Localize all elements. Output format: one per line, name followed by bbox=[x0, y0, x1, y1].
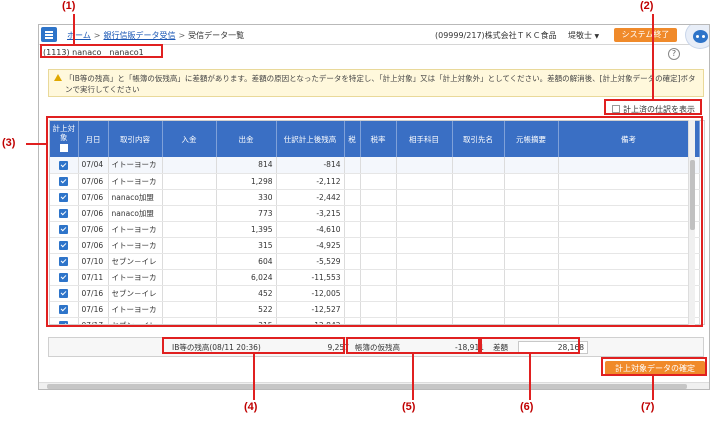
callout-1: (1) bbox=[62, 0, 76, 12]
hamburger-menu-icon[interactable] bbox=[41, 27, 57, 42]
leader-2 bbox=[652, 14, 654, 99]
callout-3: (3) bbox=[2, 137, 16, 149]
breadcrumb: ホーム > 銀行信販データ受信 > 受信データ一覧 bbox=[67, 31, 245, 40]
chevron-down-icon: ▼ bbox=[594, 33, 600, 40]
warning-text: 「IB等の残高」と「帳簿の仮残高」に差額があります。差額の原因となったデータを特… bbox=[65, 74, 696, 94]
system-end-button[interactable]: システム終了 bbox=[614, 28, 677, 42]
callout-6: (6) bbox=[520, 401, 534, 413]
mascot-logo-icon bbox=[685, 25, 709, 49]
highlight-confirm bbox=[601, 357, 707, 376]
highlight-ib-balance bbox=[162, 337, 345, 354]
page-horizontal-scrollbar[interactable] bbox=[39, 382, 709, 389]
user-name: 堤敬士 bbox=[568, 31, 592, 40]
callout-4: (4) bbox=[244, 401, 258, 413]
breadcrumb-current: 受信データ一覧 bbox=[188, 31, 245, 40]
highlight-grid bbox=[46, 116, 703, 327]
help-icon[interactable]: ? bbox=[668, 48, 680, 60]
leader-5 bbox=[412, 354, 414, 400]
highlight-difference bbox=[480, 337, 580, 354]
warning-icon bbox=[54, 74, 62, 81]
leader-1 bbox=[73, 14, 75, 44]
company-name: (09999/217)株式会社ＴＫＣ食品 bbox=[435, 31, 557, 40]
hscroll-thumb[interactable] bbox=[47, 384, 687, 389]
highlight-book-balance bbox=[346, 337, 480, 354]
breadcrumb-home[interactable]: ホーム bbox=[67, 31, 91, 40]
callout-5: (5) bbox=[402, 401, 416, 413]
top-bar: ホーム > 銀行信販データ受信 > 受信データ一覧 (09999/217)株式会社ＴＫＣ… bbox=[39, 25, 709, 49]
breadcrumb-bank-data[interactable]: 銀行信販データ受信 bbox=[103, 31, 175, 40]
highlight-account bbox=[40, 44, 163, 58]
leader-6 bbox=[529, 354, 531, 400]
leader-7 bbox=[652, 376, 654, 400]
warning-message: 「IB等の残高」と「帳簿の仮残高」に差額があります。差額の原因となったデータを特… bbox=[48, 69, 704, 97]
callout-2: (2) bbox=[640, 0, 654, 12]
leader-4 bbox=[253, 354, 255, 400]
highlight-show-posted bbox=[604, 99, 702, 115]
leader-3 bbox=[26, 143, 46, 145]
callout-7: (7) bbox=[641, 401, 655, 413]
user-menu[interactable]: 堤敬士 ▼ bbox=[568, 30, 599, 41]
